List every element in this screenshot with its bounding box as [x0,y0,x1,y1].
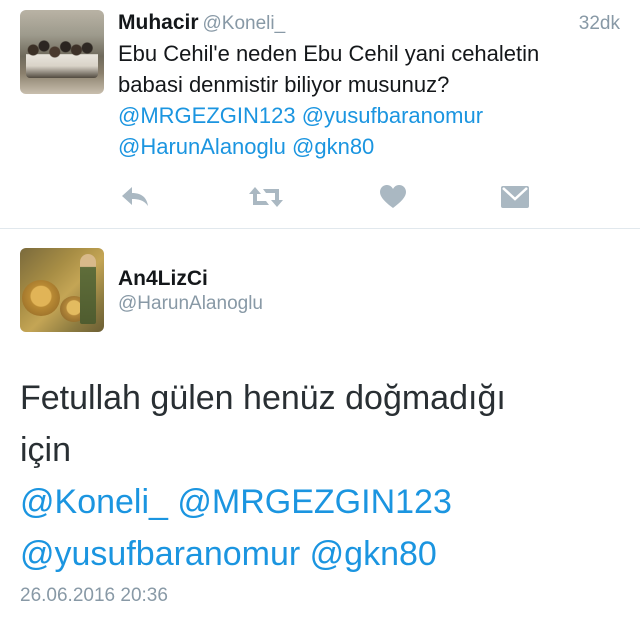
retweet-icon[interactable] [246,182,286,212]
tweet1-handle[interactable]: @Koneli_ [203,13,286,34]
tweet2-handle[interactable]: @HarunAlanoglu [118,293,263,315]
lion-painting [22,280,60,316]
reply-icon[interactable] [118,182,152,212]
tweet-divider [0,228,640,229]
tweet1-mention[interactable]: @HarunAlanoglu [118,134,286,159]
tweet2-text-line2: için [20,431,72,469]
tweet1-author[interactable]: Muhacir @Koneli_ [118,11,285,35]
tweet2-mention[interactable]: @gkn80 [310,535,437,573]
tweet2-mention[interactable]: @yusufbaranomur [20,535,300,573]
tweet2-mention[interactable]: @Koneli_ [20,483,168,521]
tweet2-display-name[interactable]: An4LizCi [118,267,208,291]
like-icon[interactable] [376,182,410,212]
figure-painting [80,254,96,324]
tweet2-avatar[interactable] [20,248,104,332]
tweet1-text-line2: babasi denmistir biliyor musunuz? [118,72,450,97]
tweet1-action-bar [0,182,640,212]
tweet1-display-name[interactable]: Muhacir [118,11,199,34]
group-photo [26,38,98,78]
tweet2-text-line1: Fetullah gülen henüz doğmadığı [20,379,506,417]
tweet1-mention[interactable]: @MRGEZGIN123 [118,103,296,128]
tweet1-mention[interactable]: @gkn80 [292,134,374,159]
direct-message-icon[interactable] [498,182,532,212]
tweet1-mention[interactable]: @yusufbaranomur [302,103,483,128]
tweet2-body: Fetullah gülen henüz doğmadığı için @Kon… [20,372,630,580]
tweet1-text-line1: Ebu Cehil'e neden Ebu Cehil yani cehalet… [118,41,540,66]
tweet1-time: 32dk [578,13,620,34]
tweet1-body: Ebu Cehil'e neden Ebu Cehil yani cehalet… [118,38,618,162]
tweet1-avatar[interactable] [20,10,104,94]
tweet2-mention[interactable]: @MRGEZGIN123 [177,483,451,521]
tweet2-timestamp: 26.06.2016 20:36 [20,585,168,606]
